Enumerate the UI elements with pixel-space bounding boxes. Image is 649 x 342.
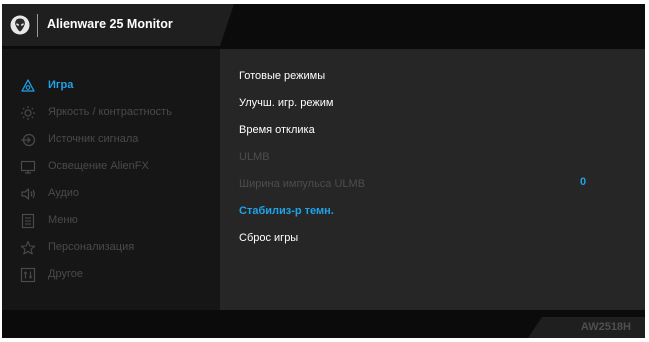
menu-item-label: Аудио: [48, 187, 80, 199]
monitor-osd: Alienware 25 Monitor Игра Яркость / конт…: [2, 4, 645, 338]
menu-item-other[interactable]: Другое: [2, 262, 220, 288]
value-panel: 0: [539, 49, 645, 310]
submenu-item-ulmb-pulse-width: Ширина импульса ULMB: [239, 178, 366, 190]
star-icon: [20, 240, 36, 255]
submenu-item-game-enhance-mode[interactable]: Улучш. игр. режим: [239, 97, 333, 109]
other-icon: [20, 267, 36, 283]
menu-item-brightness-contrast[interactable]: Яркость / контрастность: [2, 100, 220, 126]
dark-stabilizer-value: 0: [580, 176, 587, 188]
osd-header: Alienware 25 Monitor: [2, 4, 234, 46]
menu-icon: [21, 213, 35, 229]
menu-item-label: Персонализация: [48, 241, 135, 253]
footer-tab: AW2518H: [528, 317, 645, 338]
menu-item-label: Другое: [48, 268, 83, 280]
menu-item-alienfx-lighting[interactable]: Освещение AlienFX: [2, 154, 220, 180]
submenu-item-ulmb: ULMB: [239, 151, 270, 163]
menu-item-label: Яркость / контрастность: [48, 106, 172, 118]
speaker-icon: [21, 188, 35, 200]
menu-item-input-source[interactable]: Источник сигнала: [2, 127, 220, 153]
menu-item-audio[interactable]: Аудио: [2, 181, 220, 207]
menu-item-personalize[interactable]: Персонализация: [2, 235, 220, 261]
gamepad-icon: [21, 79, 35, 92]
monitor-icon: [20, 160, 36, 174]
submenu-item-response-time[interactable]: Время отклика: [239, 124, 315, 136]
menu-item-label: Меню: [48, 214, 78, 226]
brightness-icon: [21, 106, 35, 120]
menu-item-label: Освещение AlienFX: [48, 160, 149, 172]
submenu-item-dark-stabilizer[interactable]: Стабилиз-р темн.: [239, 205, 334, 217]
model-name: AW2518H: [580, 321, 631, 333]
alien-head-icon: [10, 15, 30, 35]
menu-item-label: Источник сигнала: [48, 133, 139, 145]
menu-item-game[interactable]: Игра: [2, 73, 220, 99]
menu-item-menu[interactable]: Меню: [2, 208, 220, 234]
osd-title: Alienware 25 Monitor: [47, 17, 173, 31]
main-menu: Игра Яркость / контрастность Источник си: [2, 49, 220, 310]
input-source-icon: [21, 133, 36, 147]
header-divider: [37, 14, 38, 37]
game-submenu: Готовые режимы Улучш. игр. режим Время о…: [220, 49, 549, 310]
submenu-item-reset-game[interactable]: Сброс игры: [239, 232, 298, 244]
menu-item-label: Игра: [48, 79, 74, 91]
submenu-item-preset-modes[interactable]: Готовые режимы: [239, 70, 325, 82]
